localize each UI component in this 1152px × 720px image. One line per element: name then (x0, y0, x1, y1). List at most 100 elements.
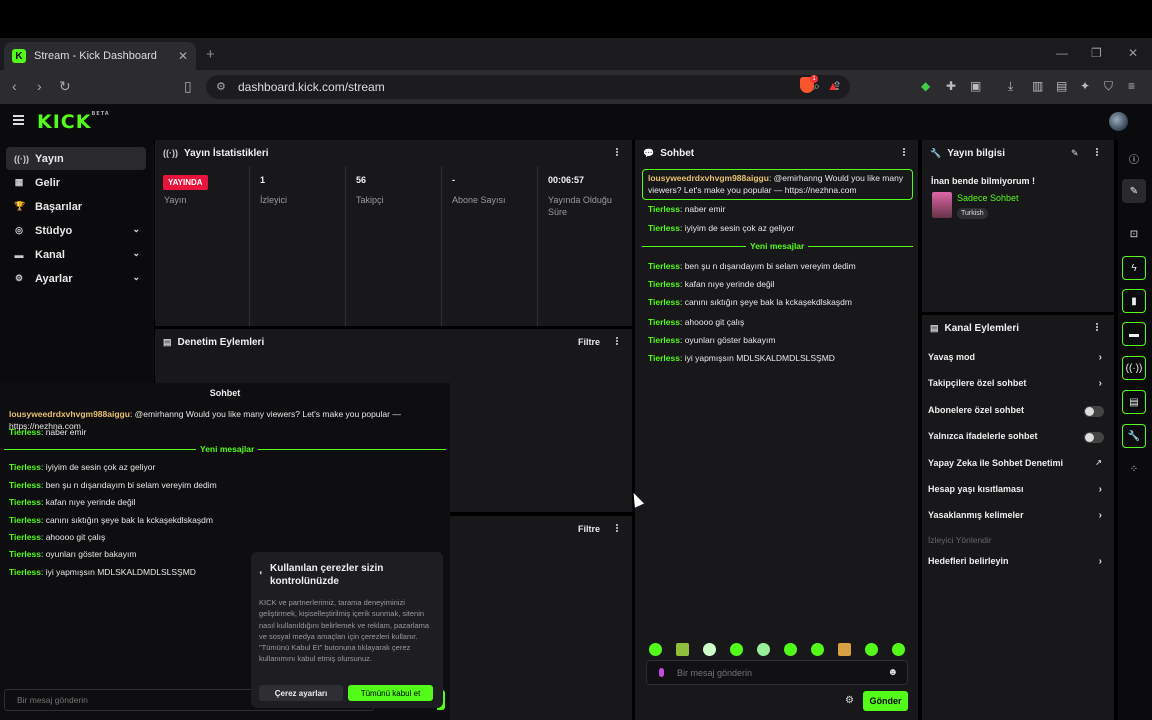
sidebar-item-ayarlar[interactable]: ⚙ Ayarlar ⌄ (6, 267, 146, 290)
new-tab-icon[interactable]: + (206, 46, 215, 63)
emote-icon[interactable] (757, 643, 770, 656)
broadcast-icon[interactable]: ((·)) (1122, 356, 1146, 380)
extension-icon[interactable]: ◆ (921, 79, 930, 93)
chat-username[interactable]: Tierless (9, 427, 41, 437)
chat-username[interactable]: Tierless (9, 480, 41, 490)
cookie-body: KICK ve partnerlerimiz, tarama deneyimin… (259, 598, 430, 664)
chat-username[interactable]: lousyweedrdxvhvgm988aiggu (648, 173, 769, 183)
more-options-icon[interactable] (1096, 147, 1099, 157)
chat-username[interactable]: Tierless (9, 549, 41, 559)
chat-username[interactable]: lousyweedrdxvhvgm988aiggu (9, 409, 130, 419)
send-button[interactable]: Gönder (863, 691, 908, 711)
emote-icon[interactable] (838, 643, 851, 656)
cookie-title: Kullanılan çerezler sizin kontrolünüzde (270, 563, 384, 587)
maximize-icon[interactable]: ❐ (1091, 46, 1102, 60)
site-settings-icon[interactable]: ⚙ (216, 80, 226, 93)
followers-only-row[interactable]: Takipçilere özel sohbet › (928, 378, 1104, 392)
chat-username[interactable]: Tierless (648, 204, 680, 214)
leo-icon[interactable]: ✦ (1080, 79, 1090, 93)
sidebar-item-gelir[interactable]: ▦ Gelir (6, 171, 146, 194)
hamburger-icon[interactable] (13, 115, 24, 125)
stream-info-panel: 🔧 Yayın bilgisi ✎ (922, 140, 1114, 312)
vpn-icon[interactable]: ⛉ (1104, 79, 1113, 94)
emote-icon[interactable] (676, 643, 689, 656)
sidebar-item-yayin[interactable]: ((·)) Yayın (6, 147, 146, 170)
minimize-icon[interactable]: — (1056, 46, 1068, 60)
cookie-settings-button[interactable]: Çerez ayarları (259, 685, 343, 701)
apps-icon[interactable]: ⁘ (1122, 457, 1146, 481)
wallet-icon[interactable]: ▤ (1056, 79, 1067, 93)
download-icon[interactable]: ⤓ (1008, 79, 1013, 94)
emoji-icon[interactable]: ☻ (887, 667, 898, 678)
browser-tab[interactable]: K Stream - Kick Dashboard ✕ (4, 42, 196, 70)
more-options-icon[interactable] (616, 147, 619, 157)
account-age-row[interactable]: Hesap yaşı kısıtlaması › (928, 484, 1104, 498)
ai-moderation-row[interactable]: Yapay Zeka ile Sohbet Denetimi ↗ (928, 458, 1104, 472)
sidebar-icon[interactable]: ▥ (1032, 79, 1043, 93)
filter-button[interactable]: Filtre (578, 524, 600, 534)
wrench-icon[interactable]: 🔧 (1122, 424, 1146, 448)
emote-icon[interactable] (892, 643, 905, 656)
moderation-header: ▤ Denetim Eylemleri (155, 329, 632, 355)
emote-icon[interactable] (811, 643, 824, 656)
emote-icon[interactable] (649, 643, 662, 656)
chat-username[interactable]: Tierless (648, 335, 680, 345)
chat-username[interactable]: Tierless (648, 261, 680, 271)
url-field[interactable]: ⚙ dashboard.kick.com/stream ⌕ ⇪ (206, 75, 850, 99)
edit-icon[interactable]: ✎ (1122, 179, 1146, 203)
back-icon[interactable]: ‹ (12, 78, 17, 94)
chat-username[interactable]: Tierless (9, 567, 41, 577)
close-tab-icon[interactable]: ✕ (178, 49, 188, 63)
chat-username[interactable]: Tierless (9, 515, 41, 525)
menu-icon[interactable]: ≡ (1128, 79, 1135, 93)
chat-username[interactable]: Tierless (648, 353, 680, 363)
banned-words-row[interactable]: Yasaklanmış kelimeler › (928, 510, 1104, 524)
extensions-icon[interactable]: ✚ (946, 79, 956, 93)
chat-username[interactable]: Tierless (648, 279, 680, 289)
emote-icon[interactable] (865, 643, 878, 656)
chat-username[interactable]: Tierless (648, 223, 680, 233)
emote-icon[interactable] (703, 643, 716, 656)
close-window-icon[interactable]: ✕ (1128, 46, 1138, 60)
avatar[interactable] (1109, 112, 1128, 131)
category-link[interactable]: Sadece Sohbet (957, 193, 1019, 203)
document-icon: ▤ (163, 336, 172, 347)
reload-icon[interactable]: ↻ (59, 78, 71, 95)
more-options-icon[interactable] (616, 523, 619, 533)
rewards-icon[interactable]: ▲ (827, 79, 839, 93)
more-options-icon[interactable] (903, 147, 906, 157)
accept-all-button[interactable]: Tümünü kabul et (348, 685, 433, 701)
more-options-icon[interactable] (1096, 322, 1099, 332)
emote-icon[interactable] (784, 643, 797, 656)
screenshot-icon[interactable]: ⊡ (1122, 222, 1146, 246)
screenshot-icon[interactable]: ▣ (970, 79, 981, 93)
forward-icon[interactable]: › (37, 78, 42, 94)
emote-icon[interactable] (730, 643, 743, 656)
edit-icon[interactable]: ✎ (1071, 148, 1079, 159)
chat-username[interactable]: Tierless (9, 497, 41, 507)
sidebar-item-kanal[interactable]: ▬ Kanal ⌄ (6, 243, 146, 266)
microphone-icon[interactable] (659, 668, 664, 677)
slow-mode-row[interactable]: Yavaş mod › (928, 352, 1104, 366)
chat-icon[interactable]: ▬ (1122, 322, 1146, 346)
chat-username[interactable]: Tierless (648, 297, 680, 307)
chat-username[interactable]: Tierless (9, 532, 41, 542)
more-options-icon[interactable] (616, 336, 619, 346)
kick-header: KICKBETA (0, 104, 1152, 140)
sidebar-item-studyo[interactable]: ◎ Stüdyo ⌄ (6, 219, 146, 242)
list-icon[interactable]: ▤ (1122, 390, 1146, 414)
emotes-only-toggle[interactable] (1084, 432, 1104, 443)
chat-message-field[interactable] (677, 665, 877, 681)
sidebar-item-basarilar[interactable]: 🏆 Başarılar (6, 195, 146, 218)
document-icon[interactable]: ▮ (1122, 289, 1146, 313)
filter-button[interactable]: Filtre (578, 337, 600, 347)
chat-username[interactable]: Tierless (648, 317, 680, 327)
subs-only-toggle[interactable] (1084, 406, 1104, 417)
kick-logo[interactable]: KICKBETA (37, 111, 110, 133)
chat-username[interactable]: Tierless (9, 462, 41, 472)
bookmark-icon[interactable]: ▯ (184, 78, 192, 95)
info-icon[interactable]: ⓘ (1122, 146, 1146, 170)
lightning-icon[interactable]: ϟ (1122, 256, 1146, 280)
goals-row[interactable]: Hedefleri belirleyin › (928, 556, 1104, 570)
chat-settings-icon[interactable]: ⚙ (845, 695, 854, 706)
